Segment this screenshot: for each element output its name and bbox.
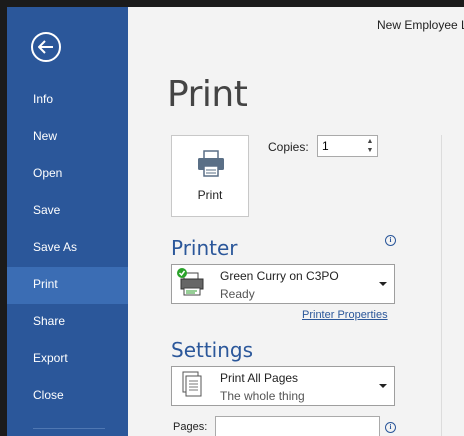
print-range-option: Print All Pages — [220, 371, 299, 385]
printer-info-icon[interactable]: i — [385, 235, 396, 246]
printer-icon — [198, 150, 224, 177]
pages-input[interactable] — [215, 416, 380, 436]
preview-divider — [441, 135, 442, 436]
back-arrow-icon — [38, 40, 53, 54]
print-pane: New Employee L Print Print Copies: ▲ ▼ P… — [128, 7, 464, 436]
backstage-window: Info New Open Save Save As Print Share E… — [7, 7, 464, 436]
backstage-sidebar: Info New Open Save Save As Print Share E… — [7, 7, 128, 436]
copies-input[interactable] — [318, 136, 366, 156]
copies-down-arrow-icon[interactable]: ▼ — [365, 146, 375, 155]
copies-up-arrow-icon[interactable]: ▲ — [365, 137, 375, 146]
nav-item-open[interactable]: Open — [7, 156, 128, 193]
nav-item-save[interactable]: Save — [7, 193, 128, 230]
nav-item-new[interactable]: New — [7, 119, 128, 156]
copies-stepper: ▲ ▼ — [317, 135, 378, 157]
print-button-label: Print — [197, 188, 223, 202]
print-range-dropdown-arrow-icon — [379, 384, 387, 388]
printer-properties-link[interactable]: Printer Properties — [302, 309, 388, 321]
nav-item-export[interactable]: Export — [7, 341, 128, 378]
print-range-dropdown[interactable]: Print All Pages The whole thing — [171, 366, 395, 406]
settings-heading: Settings — [171, 338, 254, 362]
nav-item-print[interactable]: Print — [7, 267, 128, 304]
page-title: Print — [167, 74, 248, 115]
printer-ready-icon — [177, 268, 204, 296]
nav-item-share[interactable]: Share — [7, 304, 128, 341]
nav-item-info[interactable]: Info — [7, 82, 128, 119]
printer-name: Green Curry on C3PO — [220, 269, 339, 283]
document-title: New Employee L — [377, 18, 464, 32]
pages-label: Pages: — [173, 421, 208, 433]
nav-divider — [33, 428, 105, 429]
backstage-nav: Info New Open Save Save As Print Share E… — [7, 82, 128, 415]
back-button[interactable] — [31, 32, 61, 62]
nav-item-close[interactable]: Close — [7, 378, 128, 415]
printer-dropdown-arrow-icon — [379, 282, 387, 286]
print-range-description: The whole thing — [220, 389, 305, 403]
copies-label: Copies: — [268, 140, 309, 154]
nav-item-save-as[interactable]: Save As — [7, 230, 128, 267]
printer-heading: Printer — [171, 236, 238, 260]
printer-status: Ready — [220, 287, 255, 301]
printer-dropdown[interactable]: Green Curry on C3PO Ready — [171, 264, 395, 304]
pages-icon — [182, 371, 202, 397]
pages-info-icon[interactable]: i — [385, 422, 396, 433]
print-button[interactable]: Print — [171, 135, 249, 217]
